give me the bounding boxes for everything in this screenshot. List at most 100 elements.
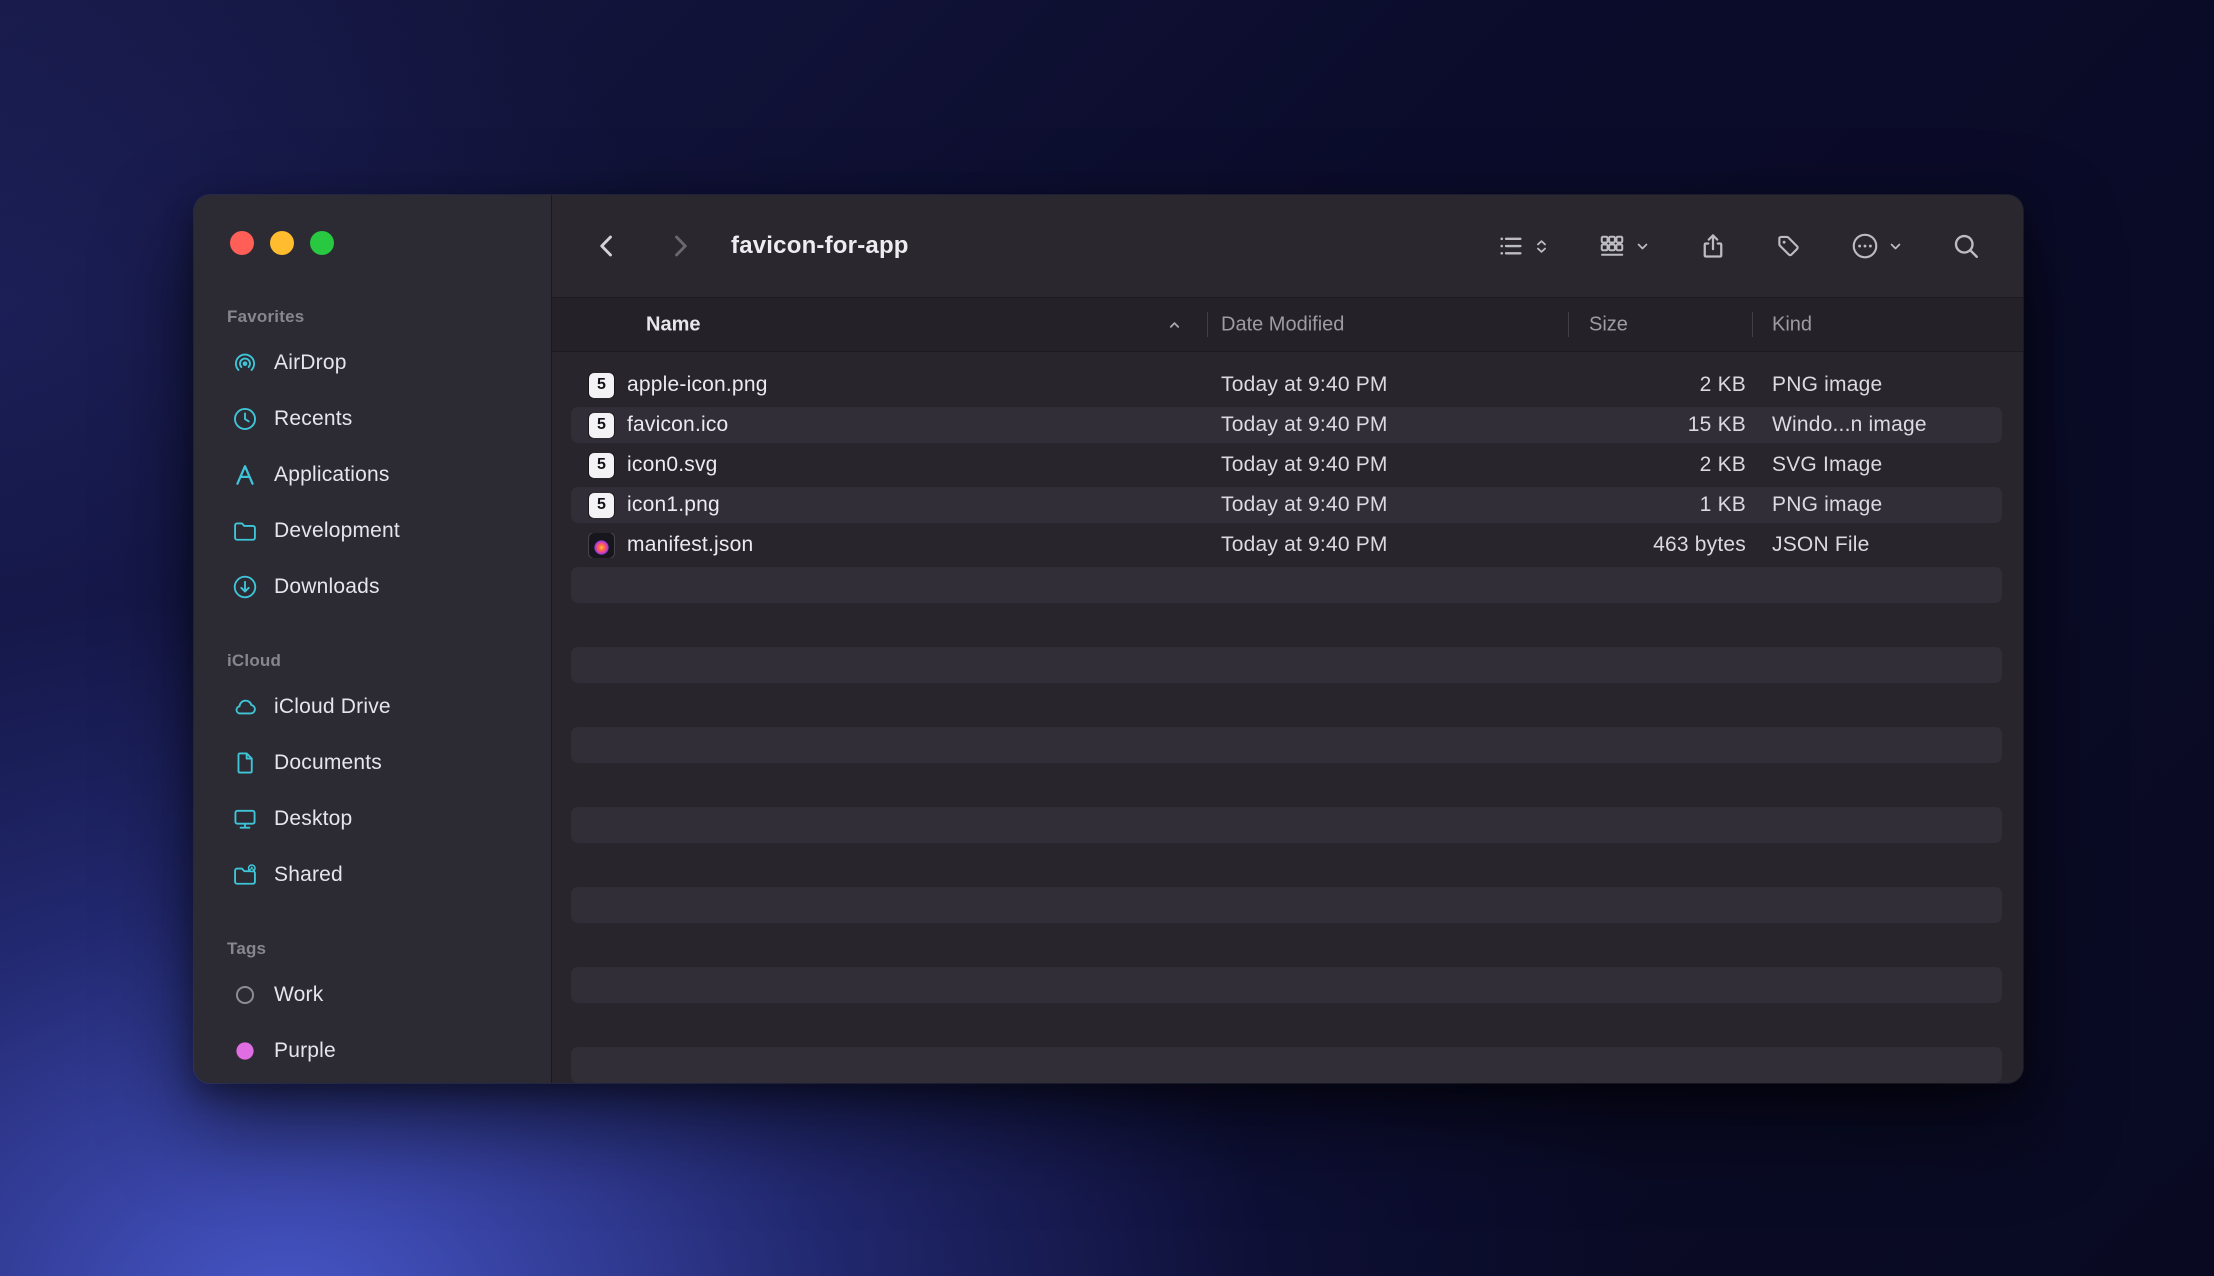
file-name: manifest.json xyxy=(627,533,753,557)
sidebar-item-recents[interactable]: Recents xyxy=(194,391,551,447)
file-name-cell: manifest.json xyxy=(571,533,1207,558)
empty-row xyxy=(571,1045,2002,1083)
file-kind: PNG image xyxy=(1752,493,2002,517)
file-size: 2 KB xyxy=(1567,453,1752,477)
airdrop-icon xyxy=(230,348,260,378)
toolbar: favicon-for-app xyxy=(552,195,2023,298)
more-options-button[interactable] xyxy=(1850,231,1905,261)
minimize-button[interactable] xyxy=(270,231,294,255)
empty-row xyxy=(571,645,2002,685)
folder-icon xyxy=(230,516,260,546)
column-headers: Name Date Modified Size Kind xyxy=(552,298,2023,352)
ellipsis-circle-icon xyxy=(1850,231,1880,261)
document-icon xyxy=(230,748,260,778)
favicon-5-icon: 5 xyxy=(589,493,614,518)
sidebar-item-label: Documents xyxy=(274,751,382,775)
file-name-cell: 5 apple-icon.png xyxy=(571,373,1207,398)
view-mode-control[interactable] xyxy=(1496,231,1551,261)
empty-row xyxy=(571,805,2002,845)
file-size: 1 KB xyxy=(1567,493,1752,517)
file-name-cell: 5icon1.png xyxy=(571,493,1207,518)
file-kind: PNG image xyxy=(1752,373,2002,397)
sidebar-item-label: Desktop xyxy=(274,807,352,831)
close-button[interactable] xyxy=(230,231,254,255)
chevron-down-icon xyxy=(1886,237,1905,256)
file-list: 5apple-icon.pngToday at 9:40 PM2 KBPNG i… xyxy=(552,352,2023,1083)
sidebar-item-shared[interactable]: Shared xyxy=(194,847,551,903)
letter-a-icon xyxy=(230,460,260,490)
file-kind: SVG Image xyxy=(1752,453,2002,477)
file-name-cell: 5icon0.svg xyxy=(571,453,1207,478)
sidebar-item-desktop[interactable]: Desktop xyxy=(194,791,551,847)
file-size: 2 KB xyxy=(1567,373,1752,397)
file-size: 15 KB xyxy=(1567,413,1752,437)
sidebar-item-icloud-drive[interactable]: iCloud Drive xyxy=(194,679,551,735)
file-date-modified: Today at 9:40 PM xyxy=(1207,533,1567,557)
sidebar-item-documents[interactable]: Documents xyxy=(194,735,551,791)
empty-row xyxy=(571,725,2002,765)
grid-group-icon xyxy=(1597,231,1627,261)
column-divider[interactable] xyxy=(1207,312,1208,337)
file-row-favicon-ico[interactable]: 5favicon.icoToday at 9:40 PM15 KBWindo..… xyxy=(571,405,2002,445)
sidebar-heading-icloud: iCloud xyxy=(194,643,551,679)
sidebar-item-development[interactable]: Development xyxy=(194,503,551,559)
empty-row xyxy=(571,845,2002,885)
updown-chevrons-icon xyxy=(1532,237,1551,256)
column-header-date-modified[interactable]: Date Modified xyxy=(1221,313,1344,336)
circle-outline-icon xyxy=(230,980,260,1010)
empty-row xyxy=(571,565,2002,605)
download-circle-icon xyxy=(230,572,260,602)
column-header-size[interactable]: Size xyxy=(1589,313,1628,336)
window-title: favicon-for-app xyxy=(731,232,909,260)
column-header-name[interactable]: Name xyxy=(646,313,700,336)
sidebar: FavoritesAirDropRecents Applications Devel… xyxy=(194,195,552,1083)
column-divider[interactable] xyxy=(1568,312,1569,337)
main-area: favicon-for-app Name Date Modified Size … xyxy=(552,195,2023,1083)
finder-window: FavoritesAirDropRecents Applications Devel… xyxy=(194,195,2023,1083)
sidebar-item-label: Shared xyxy=(274,863,343,887)
sidebar-item-work[interactable]: Work xyxy=(194,967,551,1023)
file-name: apple-icon.png xyxy=(627,373,768,397)
file-date-modified: Today at 9:40 PM xyxy=(1207,493,1567,517)
sidebar-item-downloads[interactable]: Downloads xyxy=(194,559,551,615)
clock-icon xyxy=(230,404,260,434)
sidebar-item-label: iCloud Drive xyxy=(274,695,391,719)
traffic-lights xyxy=(194,195,551,255)
json-file-icon xyxy=(589,533,614,558)
sidebar-sections: FavoritesAirDropRecents Applications Devel… xyxy=(194,255,551,1079)
favicon-5-icon: 5 xyxy=(589,373,614,398)
forward-button[interactable] xyxy=(665,231,695,261)
sidebar-item-purple[interactable]: Purple xyxy=(194,1023,551,1079)
search-icon xyxy=(1951,231,1981,261)
cloud-icon xyxy=(230,692,260,722)
sidebar-item-applications[interactable]: Applications xyxy=(194,447,551,503)
empty-row xyxy=(571,605,2002,645)
empty-row xyxy=(571,685,2002,725)
tags-button[interactable] xyxy=(1774,231,1804,261)
sidebar-item-label: Downloads xyxy=(274,575,380,599)
share-button[interactable] xyxy=(1698,231,1728,261)
file-row-icon1-png[interactable]: 5icon1.pngToday at 9:40 PM1 KBPNG image xyxy=(571,485,2002,525)
monitor-icon xyxy=(230,804,260,834)
sidebar-item-airdrop[interactable]: AirDrop xyxy=(194,335,551,391)
file-row-apple-icon-png[interactable]: 5 apple-icon.png Today at 9:40 PM2 KBPNG i… xyxy=(571,365,2002,405)
sidebar-heading-tags: Tags xyxy=(194,931,551,967)
empty-row xyxy=(571,965,2002,1005)
empty-row xyxy=(571,925,2002,965)
back-button[interactable] xyxy=(592,231,622,261)
file-row-manifest-json[interactable]: manifest.jsonToday at 9:40 PM463 bytesJS… xyxy=(571,525,2002,565)
zoom-button[interactable] xyxy=(310,231,334,255)
column-header-kind[interactable]: Kind xyxy=(1772,313,1812,336)
file-name: icon0.svg xyxy=(627,453,718,477)
search-button[interactable] xyxy=(1951,231,1981,261)
sidebar-item-label: Applications xyxy=(274,463,390,487)
file-date-modified: Today at 9:40 PM xyxy=(1207,373,1567,397)
file-row-icon0-svg[interactable]: 5icon0.svgToday at 9:40 PM2 KBSVG Image xyxy=(571,445,2002,485)
sidebar-heading-favorites: Favorites xyxy=(194,299,551,335)
column-divider[interactable] xyxy=(1752,312,1753,337)
sidebar-item-label: Development xyxy=(274,519,400,543)
group-by-control[interactable] xyxy=(1597,231,1652,261)
empty-row xyxy=(571,885,2002,925)
empty-row xyxy=(571,1005,2002,1045)
file-size: 463 bytes xyxy=(1567,533,1752,557)
